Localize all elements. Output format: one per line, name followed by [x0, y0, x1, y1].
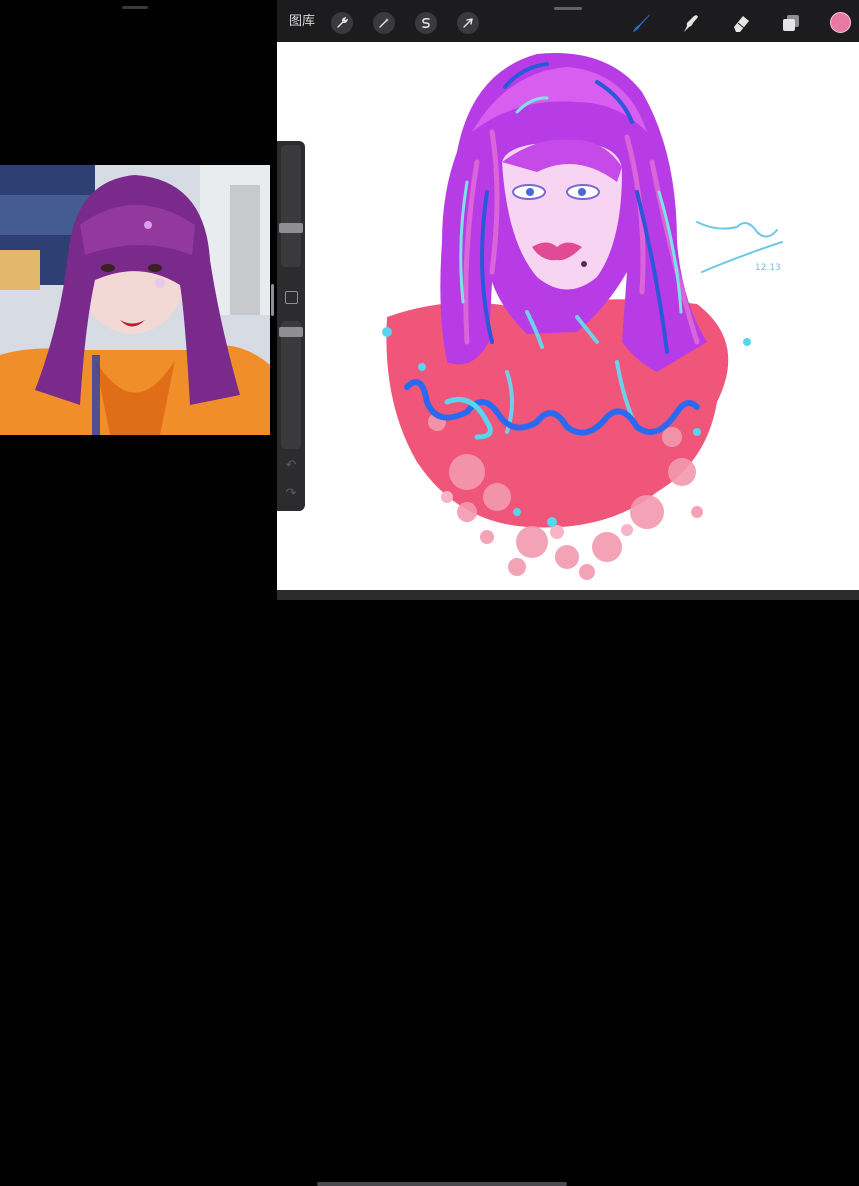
layers-icon[interactable] [779, 11, 803, 35]
brush-size-thumb[interactable] [279, 223, 303, 233]
undo-icon[interactable]: ↶ [283, 459, 299, 472]
magic-wand-icon[interactable] [373, 12, 395, 34]
brush-opacity-slider[interactable] [281, 321, 301, 449]
bottom-scroll-indicator [317, 1182, 567, 1186]
pane-grabber[interactable] [122, 6, 148, 9]
split-divider-handle[interactable] [271, 284, 274, 316]
procreate-app: 图库 12.13 [277, 0, 859, 1186]
reference-pane [0, 0, 276, 600]
selection-s-icon[interactable] [415, 12, 437, 34]
top-grabber[interactable] [554, 7, 582, 10]
smudge-icon[interactable] [679, 11, 703, 35]
bottom-bar [277, 590, 859, 1186]
arrow-cursor-icon[interactable] [457, 12, 479, 34]
signature-date: 12.13 [755, 263, 781, 273]
artwork: 12.13 [382, 53, 783, 580]
reference-photo [0, 165, 270, 435]
brush-opacity-thumb[interactable] [279, 327, 303, 337]
top-toolbar: 图库 [277, 0, 859, 42]
color-picker-button[interactable] [830, 12, 851, 33]
redo-icon[interactable]: ↷ [283, 487, 299, 500]
modify-button[interactable] [285, 291, 298, 304]
drawing-canvas[interactable]: 12.13 [277, 42, 859, 590]
gallery-button[interactable]: 图库 [289, 14, 315, 30]
brush-icon[interactable] [629, 11, 653, 35]
brush-sidebar: ↶ ↷ [277, 141, 305, 511]
wrench-icon[interactable] [331, 12, 353, 34]
eraser-icon[interactable] [729, 11, 753, 35]
brush-size-slider[interactable] [281, 145, 301, 267]
